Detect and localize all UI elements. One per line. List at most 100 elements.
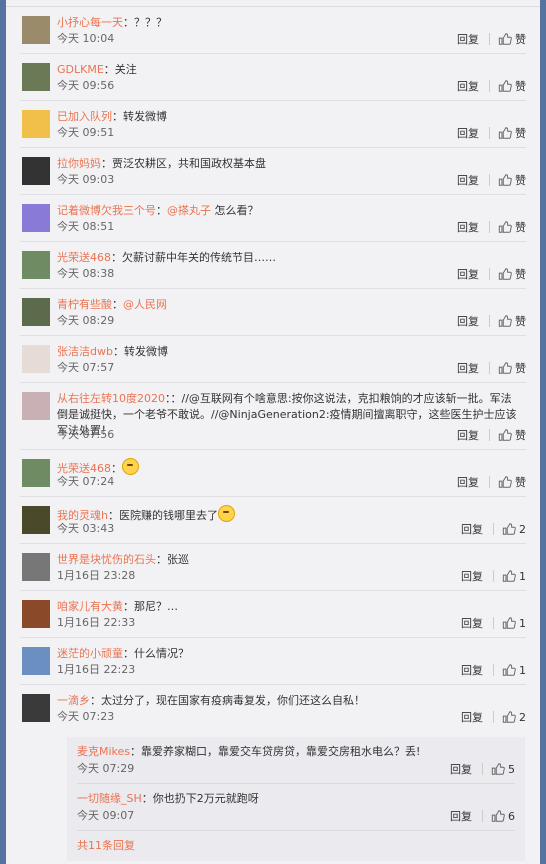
comment-actions: 回复 赞	[457, 474, 526, 490]
thumb-up-icon	[498, 80, 512, 92]
comment-actions: 回复 赞	[457, 219, 526, 235]
reply-button[interactable]: 回复	[457, 172, 479, 188]
reply-button[interactable]: 回复	[450, 761, 472, 777]
avatar[interactable]	[22, 251, 50, 279]
like-button[interactable]: 赞	[498, 125, 526, 141]
comment-author-link[interactable]: 已加入队列	[57, 110, 112, 123]
avatar[interactable]	[22, 204, 50, 232]
more-replies-link[interactable]: 共11条回复	[77, 837, 135, 853]
like-button[interactable]: 赞	[498, 474, 526, 490]
mention-link[interactable]: @搽丸子	[167, 204, 211, 217]
avatar[interactable]	[22, 345, 50, 373]
avatar[interactable]	[22, 157, 50, 185]
reply-button[interactable]: 回复	[457, 219, 479, 235]
comment-text: GDLKME：关注	[57, 63, 137, 76]
comment-text: 光荣送468：欠薪讨薪中年关的传统节目……	[57, 251, 276, 264]
reply-button[interactable]: 回复	[457, 360, 479, 376]
like-button[interactable]: 赞	[498, 360, 526, 376]
action-divider	[493, 617, 494, 629]
avatar[interactable]	[22, 63, 50, 91]
like-button[interactable]: 赞	[498, 31, 526, 47]
like-button[interactable]: 赞	[498, 313, 526, 329]
sub-reply-author-link[interactable]: 麦克Mikes	[77, 745, 130, 758]
reply-button[interactable]: 回复	[461, 568, 483, 584]
comment-text: 咱家儿有大黄：那尼？…	[57, 600, 178, 613]
sub-reply-item: 一切随缘_SH：你也扔下2万元就跑呀 今天 09:07 回复 6	[77, 784, 515, 831]
like-button[interactable]: 1	[502, 616, 526, 630]
comment-item: 青柠有些酸：@人民网 今天 08:29 回复 赞	[20, 289, 526, 336]
reply-button[interactable]: 回复	[457, 78, 479, 94]
avatar[interactable]	[22, 506, 50, 534]
reply-button[interactable]: 回复	[461, 615, 483, 631]
reply-button[interactable]: 回复	[461, 709, 483, 725]
comment-author-link[interactable]: 张洁洁dwb	[57, 345, 113, 358]
action-divider	[489, 174, 490, 186]
avatar[interactable]	[22, 694, 50, 722]
like-button[interactable]: 赞	[498, 219, 526, 235]
comment-author-link[interactable]: 记着微博欠我三个号	[57, 204, 156, 217]
reply-button[interactable]: 回复	[450, 808, 472, 824]
like-button[interactable]: 赞	[498, 78, 526, 94]
comment-actions: 回复 赞	[457, 360, 526, 376]
comment-text: 张洁洁dwb：转发微博	[57, 345, 168, 358]
reply-button[interactable]: 回复	[461, 662, 483, 678]
comment-author-link[interactable]: 青柠有些酸	[57, 298, 112, 311]
comment-author-link[interactable]: 光荣送468	[57, 251, 111, 264]
comment-actions: 回复 赞	[457, 78, 526, 94]
comment-body: 张巡	[167, 553, 189, 566]
reply-button[interactable]: 回复	[457, 427, 479, 443]
comment-actions: 回复 赞	[457, 172, 526, 188]
emoji-icon	[217, 505, 235, 522]
mention-link[interactable]: @人民网	[123, 298, 167, 311]
thumb-up-icon	[498, 33, 512, 45]
reply-button[interactable]: 回复	[457, 474, 479, 490]
comment-author-link[interactable]: 咱家儿有大黄	[57, 600, 123, 613]
reply-button[interactable]: 回复	[457, 125, 479, 141]
reply-button[interactable]: 回复	[457, 31, 479, 47]
thumb-up-icon	[498, 221, 512, 233]
comment-author-link[interactable]: GDLKME	[57, 63, 104, 76]
reply-button[interactable]: 回复	[457, 266, 479, 282]
reply-button[interactable]: 回复	[457, 313, 479, 329]
action-divider	[489, 268, 490, 280]
avatar[interactable]	[22, 392, 50, 420]
avatar[interactable]	[22, 647, 50, 675]
reply-button[interactable]: 回复	[461, 521, 483, 537]
like-button[interactable]: 赞	[498, 172, 526, 188]
like-button[interactable]: 5	[491, 762, 515, 776]
action-divider	[489, 221, 490, 233]
like-button[interactable]: 2	[502, 522, 526, 536]
comment-author-link[interactable]: 世界是块忧伤的石头	[57, 553, 156, 566]
like-count: 赞	[515, 221, 526, 234]
like-button[interactable]: 2	[502, 710, 526, 724]
comment-author-link[interactable]: 一滴乡	[57, 694, 90, 707]
sub-reply-author-link[interactable]: 一切随缘_SH	[77, 792, 142, 805]
like-button[interactable]: 赞	[498, 427, 526, 443]
comment-author-link[interactable]: 迷茫的小顽童	[57, 647, 123, 660]
avatar[interactable]	[22, 16, 50, 44]
avatar[interactable]	[22, 298, 50, 326]
comment-author-link[interactable]: 小抒心每一天	[57, 16, 123, 29]
like-button[interactable]: 1	[502, 569, 526, 583]
thumb-up-icon	[498, 362, 512, 374]
comment-author-link[interactable]: 从右往左转10度2020	[57, 392, 165, 405]
avatar[interactable]	[22, 553, 50, 581]
avatar[interactable]	[22, 459, 50, 487]
scrollbar[interactable]	[540, 0, 546, 864]
comment-item: 小抒心每一天：？？？ 今天 10:04 回复 赞	[20, 7, 526, 54]
comment-body: 关注	[114, 63, 137, 76]
timestamp: 今天 09:56	[57, 79, 115, 92]
thumb-up-icon	[502, 664, 516, 676]
comment-item: 从右往左转10度2020：：//@互联网有个啥意思:按你这说法，克扣粮饷的才应该…	[20, 383, 526, 450]
avatar[interactable]	[22, 600, 50, 628]
avatar[interactable]	[22, 110, 50, 138]
comment-text: 迷茫的小顽童：什么情况？	[57, 647, 189, 660]
action-divider	[489, 429, 490, 441]
like-button[interactable]: 1	[502, 663, 526, 677]
like-count: 赞	[515, 33, 526, 46]
comment-text: 小抒心每一天：？？？	[57, 16, 167, 29]
comment-author-link[interactable]: 拉你妈妈	[57, 157, 101, 170]
sub-reply-actions: 回复 6	[450, 808, 515, 824]
like-button[interactable]: 赞	[498, 266, 526, 282]
like-button[interactable]: 6	[491, 809, 515, 823]
